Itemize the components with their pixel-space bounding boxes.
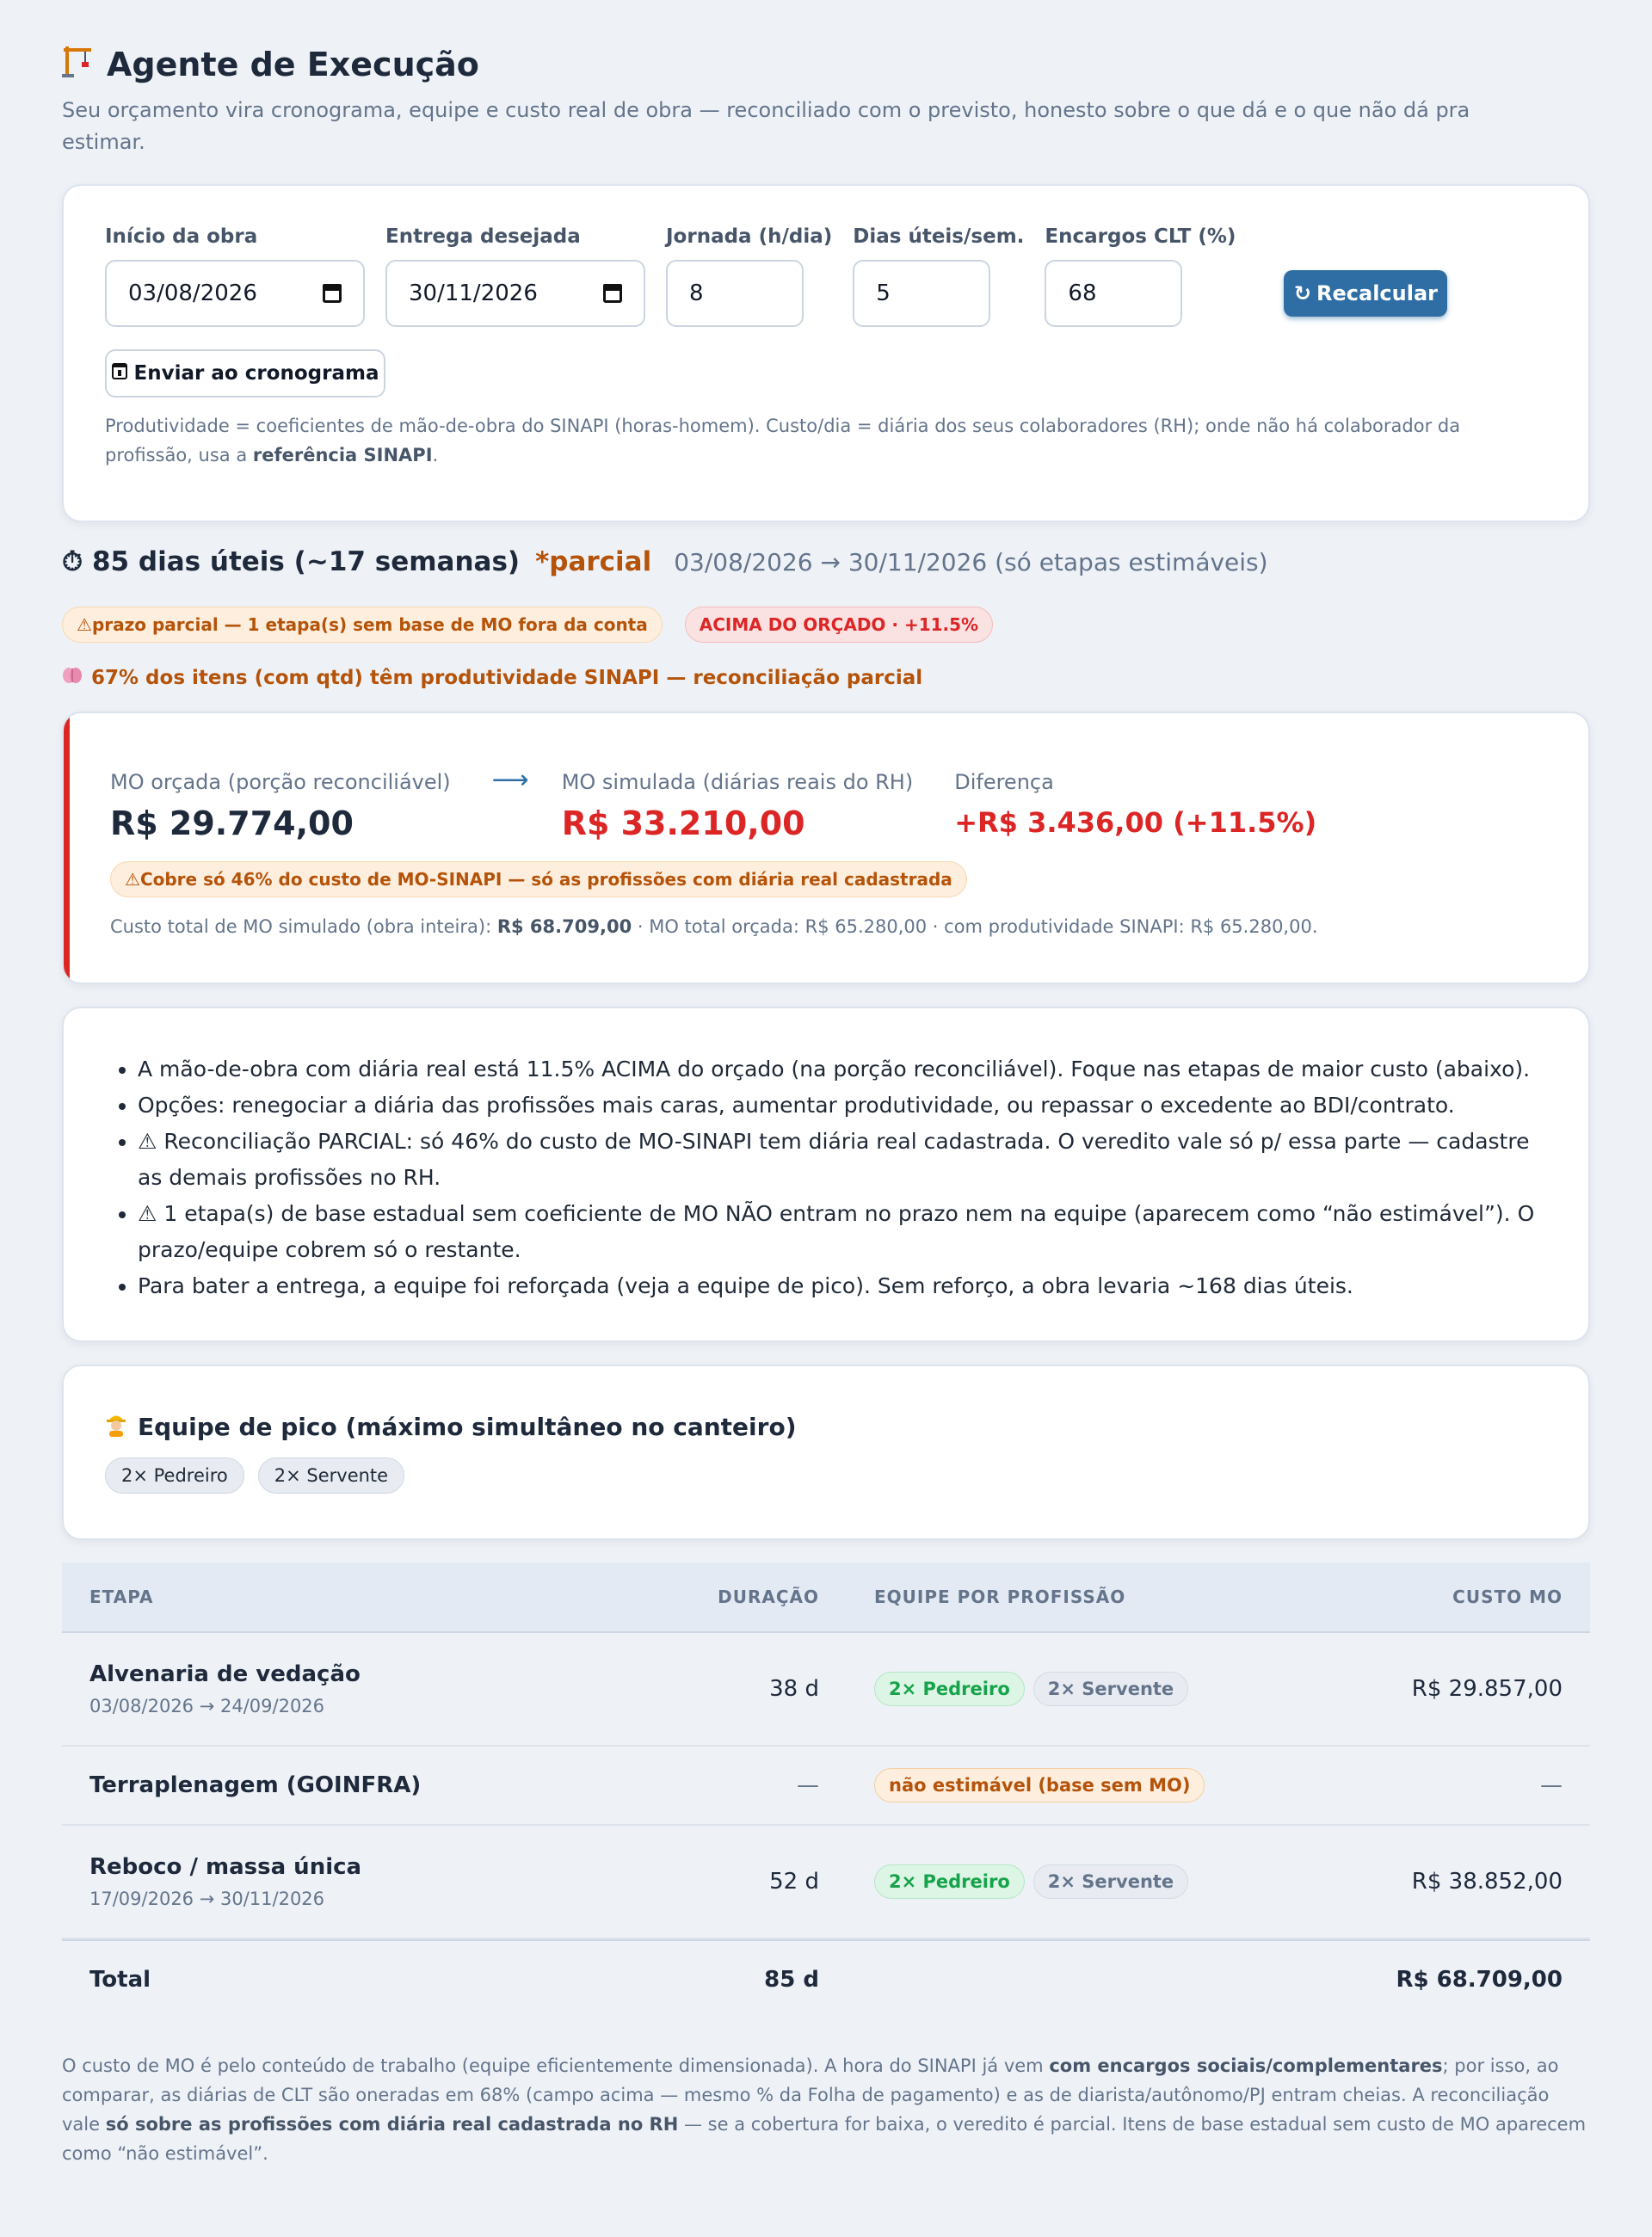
hours-input[interactable]: 8: [666, 260, 804, 327]
insight-item: Para bater a entrega, a equipe foi refor…: [138, 1268, 1540, 1304]
page-header: Agente de Execução: [62, 43, 1590, 86]
hours-field: Jornada (h/dia) 8: [666, 225, 832, 327]
table-total-row: Total 85 d R$ 68.709,00: [62, 1939, 1590, 2018]
header-stage: ETAPA: [89, 1587, 154, 1607]
sinapi-reference: referência SINAPI: [252, 445, 433, 465]
stage-name: Reboco / massa única: [89, 1854, 362, 1880]
page-subtitle: Seu orçamento vira cronograma, equipe e …: [62, 98, 1470, 154]
workdays-input[interactable]: 5: [853, 260, 991, 327]
partial-deadline-badge: ⚠ prazo parcial — 1 etapa(s) sem base de…: [62, 607, 663, 643]
refresh-icon: ↻: [1293, 281, 1312, 305]
duration-summary: ⏱ 85 dias úteis (~17 semanas) *parcial 0…: [62, 546, 1590, 582]
workdays-label: Dias úteis/sem.: [853, 225, 1025, 248]
arrow-right-icon: ⟶: [491, 765, 529, 795]
budgeted-labor-value: R$ 29.774,00: [110, 804, 354, 842]
insight-item: ⚠ Reconciliação PARCIAL: só 46% do custo…: [138, 1124, 1540, 1196]
charges-input[interactable]: 68: [1045, 260, 1183, 327]
table-row: Reboco / massa única 17/09/2026 → 30/11/…: [62, 1826, 1590, 1939]
parameters-card: Início da obra 03/08/2026 Entrega deseja…: [62, 184, 1590, 522]
labor-difference-value: +R$ 3.436,00 (+11.5%): [954, 806, 1317, 839]
crew-chip-pedreiro: 2× Pedreiro: [105, 1457, 244, 1494]
stages-table: ETAPA DURAÇÃO EQUIPE POR PROFISSÃO CUSTO…: [62, 1562, 1590, 2018]
end-date-value: 30/11/2026: [409, 280, 538, 306]
total-cost: R$ 68.709,00: [1396, 1967, 1563, 1993]
not-estimable-badge: não estimável (base sem MO): [874, 1768, 1205, 1803]
charges-field: Encargos CLT (%) 68: [1045, 225, 1236, 327]
schedule-icon: [111, 362, 127, 385]
workdays-field: Dias úteis/sem. 5: [853, 225, 1024, 327]
warning-icon: ⚠: [125, 869, 140, 890]
insight-item: ⚠ 1 etapa(s) de base estadual sem coefic…: [138, 1196, 1540, 1268]
construction-crane-icon: [62, 45, 93, 84]
header-cost: CUSTO MO: [1452, 1587, 1563, 1607]
team-chip: 2× Pedreiro: [874, 1864, 1025, 1899]
header-duration: DURAÇÃO: [718, 1587, 819, 1607]
team-chip: 2× Servente: [1032, 1864, 1189, 1899]
stage-dates: 03/08/2026 → 24/09/2026: [89, 1696, 325, 1716]
team-chip: 2× Pedreiro: [874, 1672, 1025, 1706]
peak-crew-title: Equipe de pico (máximo simultâneo no can…: [105, 1409, 1547, 1444]
recalculate-label: Recalcular: [1316, 281, 1438, 305]
hours-label: Jornada (h/dia): [666, 225, 833, 248]
insight-item: Opções: renegociar a diária das profissõ…: [138, 1088, 1540, 1124]
duration-total: ⏱ 85 dias úteis (~17 semanas): [62, 546, 521, 577]
simulated-labor: MO simulada (diárias reais do RH) R$ 33.…: [561, 770, 914, 842]
coverage-warning-badge: ⚠ Cobre só 46% do custo de MO-SINAPI — s…: [110, 861, 967, 897]
send-to-schedule-button[interactable]: Enviar ao cronograma: [105, 349, 385, 397]
stage-duration: —: [797, 1772, 819, 1798]
labor-difference: Diferença +R$ 3.436,00 (+11.5%): [954, 770, 1317, 839]
insights-card: A mão-de-obra com diária real está 11.5%…: [62, 1007, 1590, 1342]
insight-item: A mão-de-obra com diária real está 11.5%…: [138, 1051, 1540, 1088]
budgeted-labor: MO orçada (porção reconciliável) R$ 29.7…: [110, 770, 451, 842]
end-date-label: Entrega desejada: [385, 225, 581, 248]
end-date-input[interactable]: 30/11/2026: [385, 260, 645, 327]
table-header: ETAPA DURAÇÃO EQUIPE POR PROFISSÃO CUSTO…: [62, 1562, 1590, 1633]
table-row: Terraplenagem (GOINFRA) — não estimável …: [62, 1747, 1590, 1826]
brain-icon: [62, 666, 83, 690]
labor-totals-note: Custo total de MO simulado (obra inteira…: [110, 916, 1318, 937]
start-date-input[interactable]: 03/08/2026: [105, 260, 365, 327]
start-date-value: 03/08/2026: [128, 280, 257, 306]
stage-cost: R$ 38.852,00: [1411, 1869, 1563, 1895]
stage-cost: R$ 29.857,00: [1411, 1676, 1563, 1702]
recalculate-button[interactable]: ↻ Recalcular: [1284, 270, 1448, 317]
start-date-field: Início da obra 03/08/2026: [105, 225, 365, 327]
warning-icon: ⚠: [77, 614, 92, 635]
stage-duration: 52 d: [769, 1869, 819, 1895]
execution-agent-page: Agente de Execução Seu orçamento vira cr…: [62, 43, 1590, 2168]
stage-cost: —: [1540, 1772, 1563, 1798]
stage-name: Terraplenagem (GOINFRA): [89, 1772, 422, 1798]
productivity-coverage: 67% dos itens (com qtd) têm produtividad…: [62, 663, 1590, 693]
crew-chip-servente: 2× Servente: [257, 1457, 405, 1494]
status-badges: ⚠ prazo parcial — 1 etapa(s) sem base de…: [62, 607, 1590, 643]
page-title: Agente de Execução: [107, 46, 479, 83]
table-row: Alvenaria de vedação 03/08/2026 → 24/09/…: [62, 1633, 1590, 1747]
start-date-label: Início da obra: [105, 225, 258, 248]
partial-marker: *parcial: [535, 546, 652, 577]
stage-name: Alvenaria de vedação: [89, 1661, 361, 1687]
construction-worker-icon: [105, 1411, 127, 1443]
peak-crew-card: Equipe de pico (máximo simultâneo no can…: [62, 1365, 1590, 1540]
methodology-note: O custo de MO é pelo conteúdo de trabalh…: [62, 2055, 1587, 2164]
charges-label: Encargos CLT (%): [1045, 225, 1236, 248]
total-label: Total: [89, 1967, 151, 1993]
peak-crew-list: 2× Pedreiro 2× Servente: [105, 1457, 1547, 1494]
stage-duration: 38 d: [769, 1676, 819, 1702]
header-team: EQUIPE POR PROFISSÃO: [874, 1587, 1126, 1607]
team-chip: 2× Servente: [1032, 1672, 1189, 1706]
calendar-icon[interactable]: [323, 284, 342, 303]
insights-list: A mão-de-obra com diária real está 11.5%…: [112, 1051, 1540, 1304]
send-to-schedule-label: Enviar ao cronograma: [133, 362, 379, 385]
date-range: 03/08/2026 → 30/11/2026 (só etapas estim…: [674, 548, 1268, 576]
calendar-icon[interactable]: [603, 284, 622, 303]
total-duration: 85 d: [764, 1967, 819, 1993]
end-date-field: Entrega desejada 30/11/2026: [385, 225, 645, 327]
productivity-note: Produtividade = coeficientes de mão-de-o…: [105, 416, 1461, 465]
labor-cost-card: MO orçada (porção reconciliável) R$ 29.7…: [62, 712, 1590, 984]
over-budget-badge: ACIMA DO ORÇADO · +11.5%: [684, 607, 994, 643]
simulated-labor-value: R$ 33.210,00: [561, 804, 805, 842]
stage-dates: 17/09/2026 → 30/11/2026: [89, 1889, 325, 1909]
